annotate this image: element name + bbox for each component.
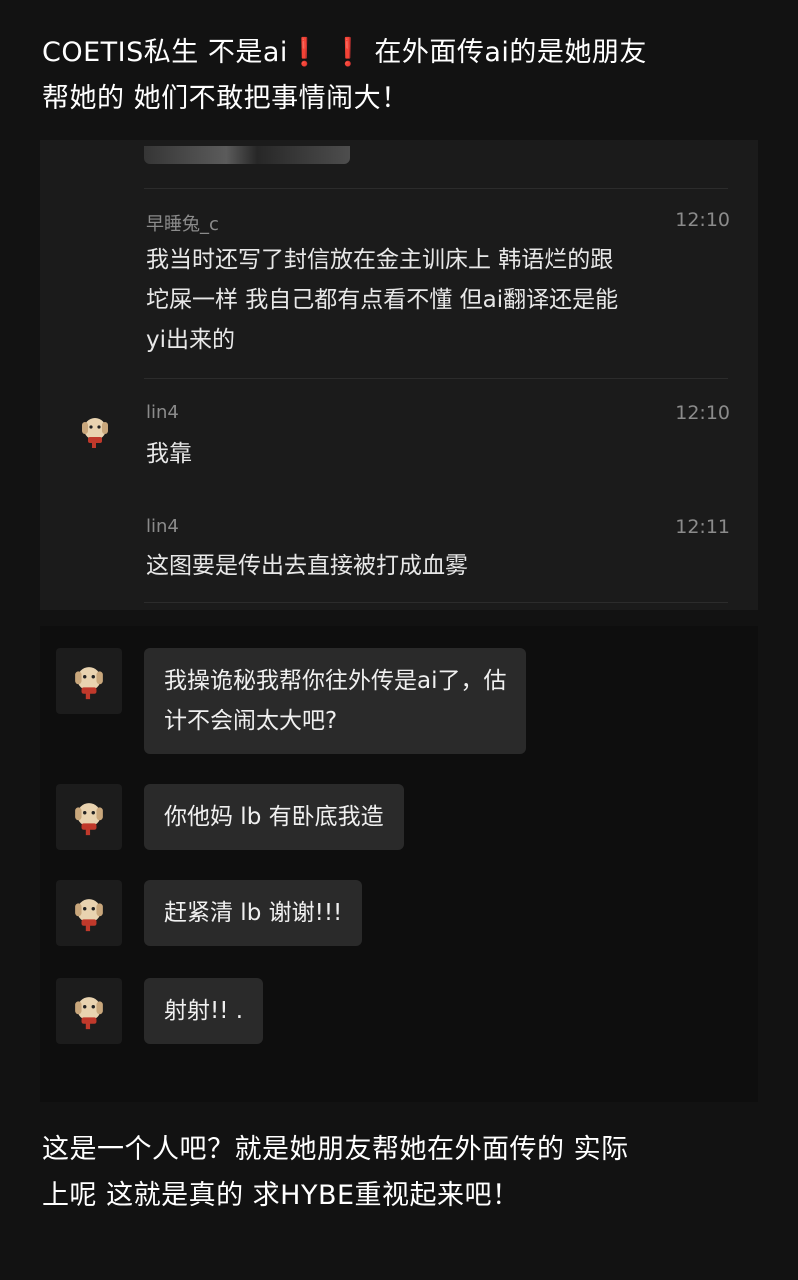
message-line: 我靠 xyxy=(146,441,192,467)
message-time: 12:11 xyxy=(675,516,730,538)
avatar xyxy=(56,648,122,714)
message-bubble: 赶紧清 lb 谢谢!!! xyxy=(144,880,363,946)
post-caption-bottom: 这是一个人吧？就是她朋友帮她在外面传的 实际 上呢 这就是真的 求HYBE重视起… xyxy=(42,1127,762,1219)
caption-line-2: 帮她的 她们不敢把事情闹大！ xyxy=(42,83,409,114)
dog-avatar-icon xyxy=(75,667,103,700)
message-text: 我当时还写了封信放在金主训床上 韩语烂的跟 坨屎一样 我自己都有点看不懂 但ai… xyxy=(146,240,726,360)
message-time: 12:10 xyxy=(675,402,730,424)
message-author: lin4 xyxy=(146,516,179,537)
avatar xyxy=(56,880,122,946)
caption-line-1: 这是一个人吧？就是她朋友帮她在外面传的 实际 xyxy=(42,1134,629,1165)
red-exclamation-icon: ❗ xyxy=(287,37,323,68)
message-text: 我靠 xyxy=(146,434,726,474)
divider xyxy=(144,602,728,603)
message-line: 射射!! . xyxy=(164,998,244,1024)
avatar xyxy=(56,978,122,1044)
message-line: 赶紧清 lb 谢谢!!! xyxy=(164,900,343,926)
message-bubble: 我操诡秘我帮你往外传是ai了，估 计不会闹太大吧? xyxy=(144,648,527,754)
chat-screenshot-2: 我操诡秘我帮你往外传是ai了，估 计不会闹太大吧? 你他妈 lb 有卧底我造 赶… xyxy=(40,626,758,1102)
message-line: yi出来的 xyxy=(146,327,236,353)
cropped-image xyxy=(144,146,350,164)
chat-screenshot-1: 早睡兔_c 12:10 我当时还写了封信放在金主训床上 韩语烂的跟 坨屎一样 我… xyxy=(40,140,758,610)
divider xyxy=(144,188,728,189)
message-author: 早睡兔_c xyxy=(146,214,219,235)
dog-avatar-icon xyxy=(75,803,103,836)
message-line: 坨屎一样 我自己都有点看不懂 但ai翻译还是能 xyxy=(146,287,619,313)
caption-text: 在外面传ai的是她朋友 xyxy=(365,37,647,68)
red-exclamation-icon: ❗ xyxy=(331,37,366,68)
dog-avatar-icon xyxy=(75,899,103,932)
caption-text: COETIS私生 不是ai xyxy=(42,37,288,68)
dog-avatar-icon xyxy=(82,418,108,448)
caption-line-1: COETIS私生 不是ai❗ ❗ 在外面传ai的是她朋友 xyxy=(42,30,762,76)
message-line: 计不会闹太大吧? xyxy=(164,708,338,734)
message-text: 这图要是传出去直接被打成血雾 xyxy=(146,546,726,586)
message-author: lin4 xyxy=(146,402,179,423)
divider xyxy=(144,378,728,379)
message-bubble: 你他妈 lb 有卧底我造 xyxy=(144,784,404,850)
post-caption-top: COETIS私生 不是ai❗ ❗ 在外面传ai的是她朋友 帮她的 她们不敢把事情… xyxy=(42,30,762,122)
message-line: 我当时还写了封信放在金主训床上 韩语烂的跟 xyxy=(146,247,614,273)
message-line: 你他妈 lb 有卧底我造 xyxy=(164,804,384,830)
message-line: 这图要是传出去直接被打成血雾 xyxy=(146,553,468,579)
dog-avatar-icon xyxy=(75,997,103,1030)
message-line: 我操诡秘我帮你往外传是ai了，估 xyxy=(164,668,507,694)
avatar xyxy=(56,784,122,850)
message-bubble: 射射!! . xyxy=(144,978,264,1044)
message-time: 12:10 xyxy=(675,209,730,231)
caption-line-2: 上呢 这就是真的 求HYBE重视起来吧！ xyxy=(42,1180,520,1211)
